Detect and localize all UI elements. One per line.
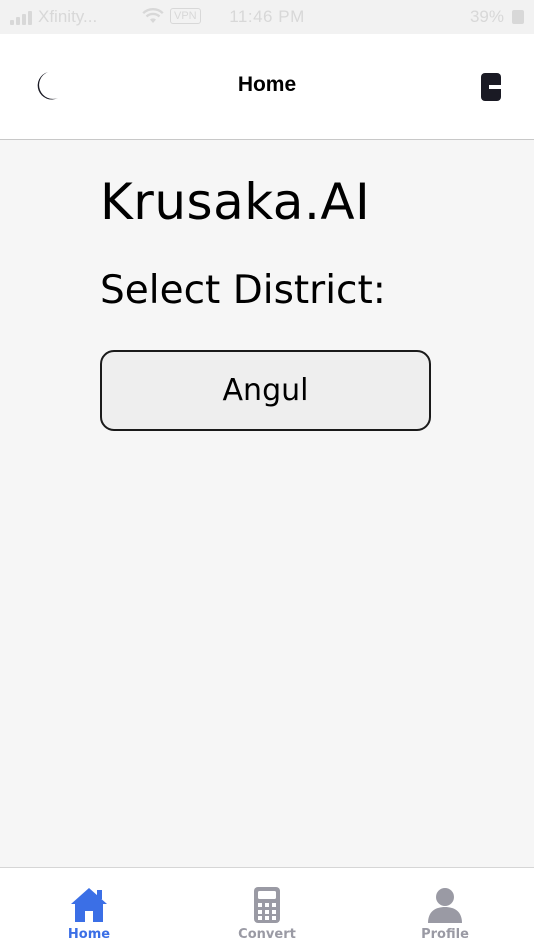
logout-icon[interactable] [480,72,502,102]
calculator-icon [254,887,280,923]
home-icon [71,888,107,922]
tab-convert-label: Convert [238,927,296,942]
tab-profile-label: Profile [421,927,469,942]
tab-home-label: Home [67,927,111,942]
app-header: Home [0,34,534,140]
selected-district-value: Angul [222,373,309,408]
bottom-tab-bar: Home Convert Profile [0,867,534,951]
battery-percent: 39% [469,7,504,26]
battery-icon [512,10,524,24]
tab-profile[interactable]: Profile [356,868,534,951]
status-bar: Xfinity... 11:46 PM 39% VPN [0,0,534,34]
page-title: Home [237,73,297,96]
user-icon [428,888,462,923]
status-bar-right: 39% [470,7,524,27]
district-select-button[interactable]: Angul [100,350,431,431]
status-bar-network: VPN [142,8,201,24]
tab-convert[interactable]: Convert [178,868,356,951]
app-brand-title: Krusaka.AI [100,173,371,231]
tab-home[interactable]: Home [0,868,178,951]
status-time: 11:46 PM [229,7,305,26]
vpn-badge: VPN [170,8,201,24]
wifi-icon [142,8,164,23]
select-district-label: Select District: [100,268,386,313]
